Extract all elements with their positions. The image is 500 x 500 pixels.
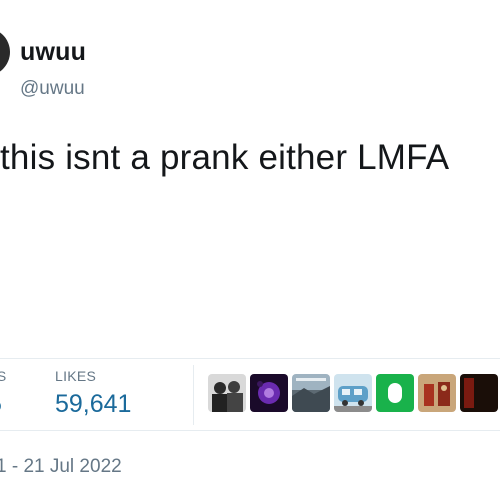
retweets-label: TS: [0, 368, 7, 384]
retweets-stat[interactable]: TS 5: [0, 368, 7, 419]
likes-label: LIKES: [55, 368, 97, 384]
avatar[interactable]: [0, 28, 10, 76]
avatar-green-icon: [376, 374, 414, 412]
liker-avatar[interactable]: [376, 374, 414, 412]
user-handle[interactable]: @uwuu: [20, 78, 85, 100]
avatar-purple-flower-icon: [250, 374, 288, 412]
tweet-card: uwuu @uwuu this isnt a prank either LMFA…: [0, 0, 500, 500]
divider: [193, 365, 194, 425]
liker-avatar[interactable]: [292, 374, 330, 412]
liker-avatar[interactable]: [460, 374, 498, 412]
likers-avatars: [208, 374, 498, 412]
liker-avatar[interactable]: [334, 374, 372, 412]
likes-stat[interactable]: LIKES 59,641: [55, 368, 131, 419]
retweets-count: 5: [0, 390, 7, 419]
avatar-landscape-icon: [292, 374, 330, 412]
likes-count: 59,641: [55, 390, 132, 418]
divider: [0, 358, 500, 359]
tweet-timestamp[interactable]: 1 - 21 Jul 2022: [0, 456, 122, 478]
display-name[interactable]: uwuu: [20, 38, 86, 67]
divider: [0, 430, 500, 431]
avatar-red-room-icon: [418, 374, 456, 412]
liker-avatar[interactable]: [250, 374, 288, 412]
avatar-van-icon: [334, 374, 372, 412]
avatar-dark-icon: [460, 374, 498, 412]
avatar-photo-group-icon: [208, 374, 246, 412]
liker-avatar[interactable]: [208, 374, 246, 412]
liker-avatar[interactable]: [418, 374, 456, 412]
tweet-text: this isnt a prank either LMFA: [0, 138, 450, 177]
